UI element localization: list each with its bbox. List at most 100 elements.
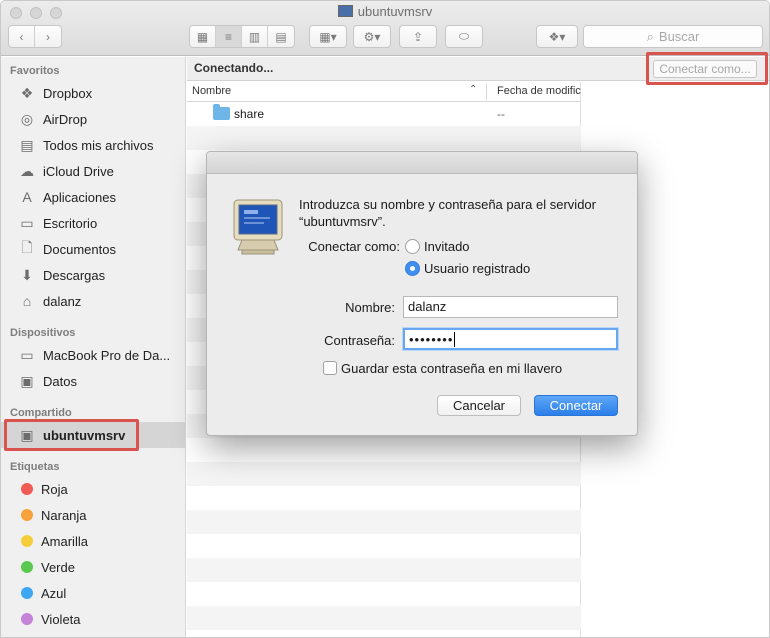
connect-button[interactable]: Conectar <box>534 395 618 416</box>
red-tag-icon <box>21 483 33 495</box>
sidebar-item-label: iCloud Drive <box>43 163 114 179</box>
text-caret <box>454 332 456 347</box>
column-header-name[interactable]: Nombre <box>192 85 231 97</box>
orange-tag-icon <box>21 509 33 521</box>
sidebar-item-documents[interactable]: 🗋 Documentos <box>1 236 186 262</box>
cancel-button[interactable]: Cancelar <box>437 395 521 416</box>
coverflow-icon: ▤ <box>275 29 287 44</box>
sidebar-item-label: MacBook Pro de Da... <box>43 347 171 363</box>
sidebar-tag-verde[interactable]: Verde <box>1 554 186 580</box>
sidebar-item-downloads[interactable]: ⬇ Descargas <box>1 262 186 288</box>
sidebar-item-all-files[interactable]: ▤ Todos mis archivos <box>1 132 186 158</box>
sidebar-item-label: Todos mis archivos <box>43 137 154 153</box>
list-view-button[interactable]: ≡ <box>216 26 242 47</box>
nav-buttons: ‹ › <box>8 25 62 48</box>
table-row[interactable]: share -- <box>187 102 581 126</box>
tags-button[interactable]: ⬭ <box>445 25 483 48</box>
search-input[interactable]: ⌕ Buscar <box>583 25 763 48</box>
sidebar-heading-favorites: Favoritos <box>10 65 60 77</box>
annotation-highlight-box <box>4 419 139 451</box>
forward-button[interactable]: › <box>35 26 61 47</box>
column-header-date[interactable]: Fecha de modificación <box>497 85 581 97</box>
sidebar-item-label: AirDrop <box>43 111 88 127</box>
tag-label: Azul <box>41 585 67 601</box>
empty-row <box>187 534 581 558</box>
sidebar-item-label: Descargas <box>43 267 106 283</box>
sidebar-tag-naranja[interactable]: Naranja <box>1 502 186 528</box>
disk-icon: ▣ <box>20 372 34 389</box>
share-button[interactable]: ⇪ <box>399 25 437 48</box>
name-field[interactable]: dalanz <box>403 296 618 318</box>
radio-registered-user[interactable] <box>405 261 420 276</box>
password-field[interactable]: •••••••• <box>403 328 618 350</box>
sidebar-item-airdrop[interactable]: ◎ AirDrop <box>1 106 186 132</box>
server-icon <box>337 5 353 17</box>
computer-monitor-icon <box>233 199 283 255</box>
arrange-button[interactable]: ▦▾ <box>309 25 347 48</box>
column-header: Nombre ⌃ Fecha de modificación <box>187 82 581 102</box>
sidebar-item-macbook[interactable]: ▭ MacBook Pro de Da... <box>1 342 186 368</box>
tag-icon: ⬭ <box>458 29 470 43</box>
back-button[interactable]: ‹ <box>9 26 35 47</box>
toolbar: ubuntuvmsrv ‹ › ▦ ≡ ▥ ▤ ▦▾ ⚙▾ ⇪ ⬭ ❖▾ ⌕ B… <box>1 1 769 56</box>
dialog-message: Introduzca su nombre y contraseña para e… <box>299 197 596 229</box>
remember-password-label[interactable]: Guardar esta contraseña en mi llavero <box>341 361 562 376</box>
sidebar-item-home[interactable]: ⌂ dalanz <box>1 288 186 314</box>
sort-ascending-icon: ⌃ <box>469 84 478 95</box>
tag-label: Naranja <box>41 507 87 523</box>
laptop-icon: ▭ <box>20 346 34 363</box>
finder-window: ubuntuvmsrv ‹ › ▦ ≡ ▥ ▤ ▦▾ ⚙▾ ⇪ ⬭ ❖▾ ⌕ B… <box>0 0 770 638</box>
empty-row <box>187 438 581 462</box>
coverflow-view-button[interactable]: ▤ <box>268 26 294 47</box>
sidebar: Favoritos ❖ Dropbox ◎ AirDrop ▤ Todos mis a… <box>1 57 186 637</box>
window-title: ubuntuvmsrv <box>1 4 769 19</box>
empty-row <box>187 582 581 606</box>
list-icon: ≡ <box>224 29 232 44</box>
connect-as-label: Conectar como: <box>308 239 400 254</box>
sidebar-heading-devices: Dispositivos <box>10 327 76 339</box>
tag-label: Roja <box>41 481 68 497</box>
empty-row <box>187 486 581 510</box>
column-view-button[interactable]: ▥ <box>242 26 268 47</box>
blue-tag-icon <box>21 587 33 599</box>
sidebar-item-desktop[interactable]: ▭ Escritorio <box>1 210 186 236</box>
remember-password-checkbox[interactable] <box>323 361 337 375</box>
sidebar-tag-violeta[interactable]: Violeta <box>1 606 186 632</box>
sidebar-item-label: Dropbox <box>43 85 93 101</box>
dialog-titlebar <box>207 152 637 174</box>
empty-row <box>187 126 581 150</box>
sidebar-item-label: dalanz <box>43 293 82 309</box>
icon-view-button[interactable]: ▦ <box>190 26 216 47</box>
tag-label: Verde <box>41 559 75 575</box>
downloads-icon: ⬇ <box>21 266 33 283</box>
empty-row <box>187 606 581 630</box>
column-divider[interactable] <box>486 84 487 100</box>
search-icon: ⌕ <box>646 28 654 44</box>
dropbox-toolbar-button[interactable]: ❖▾ <box>536 25 578 48</box>
network-folder-icon <box>213 104 230 120</box>
radio-registered-user-label[interactable]: Usuario registrado <box>424 261 530 276</box>
all-files-icon: ▤ <box>20 136 34 153</box>
radio-guest[interactable] <box>405 239 420 254</box>
sidebar-item-datos[interactable]: ▣ Datos <box>1 368 186 394</box>
sidebar-heading-tags: Etiquetas <box>10 461 60 473</box>
sidebar-tag-roja[interactable]: Roja <box>1 476 186 502</box>
sidebar-item-icloud-drive[interactable]: ☁ iCloud Drive <box>1 158 186 184</box>
sidebar-tag-amarilla[interactable]: Amarilla <box>1 528 186 554</box>
sidebar-item-dropbox[interactable]: ❖ Dropbox <box>1 80 186 106</box>
purple-tag-icon <box>21 613 33 625</box>
action-button[interactable]: ⚙▾ <box>353 25 391 48</box>
sidebar-item-applications[interactable]: A Aplicaciones <box>1 184 186 210</box>
sidebar-tag-azul[interactable]: Azul <box>1 580 186 606</box>
cloud-icon: ☁ <box>20 162 34 179</box>
radio-guest-label[interactable]: Invitado <box>424 239 470 254</box>
sidebar-item-label: Aplicaciones <box>43 189 116 205</box>
search-placeholder: Buscar <box>658 29 700 44</box>
sidebar-item-label: Escritorio <box>43 215 98 231</box>
share-icon: ⇪ <box>412 29 424 44</box>
empty-row <box>187 510 581 534</box>
window-title-text: ubuntuvmsrv <box>357 4 433 19</box>
columns-icon: ▥ <box>248 29 261 44</box>
file-name: share <box>234 107 265 121</box>
connection-status-text: Conectando... <box>194 61 274 75</box>
